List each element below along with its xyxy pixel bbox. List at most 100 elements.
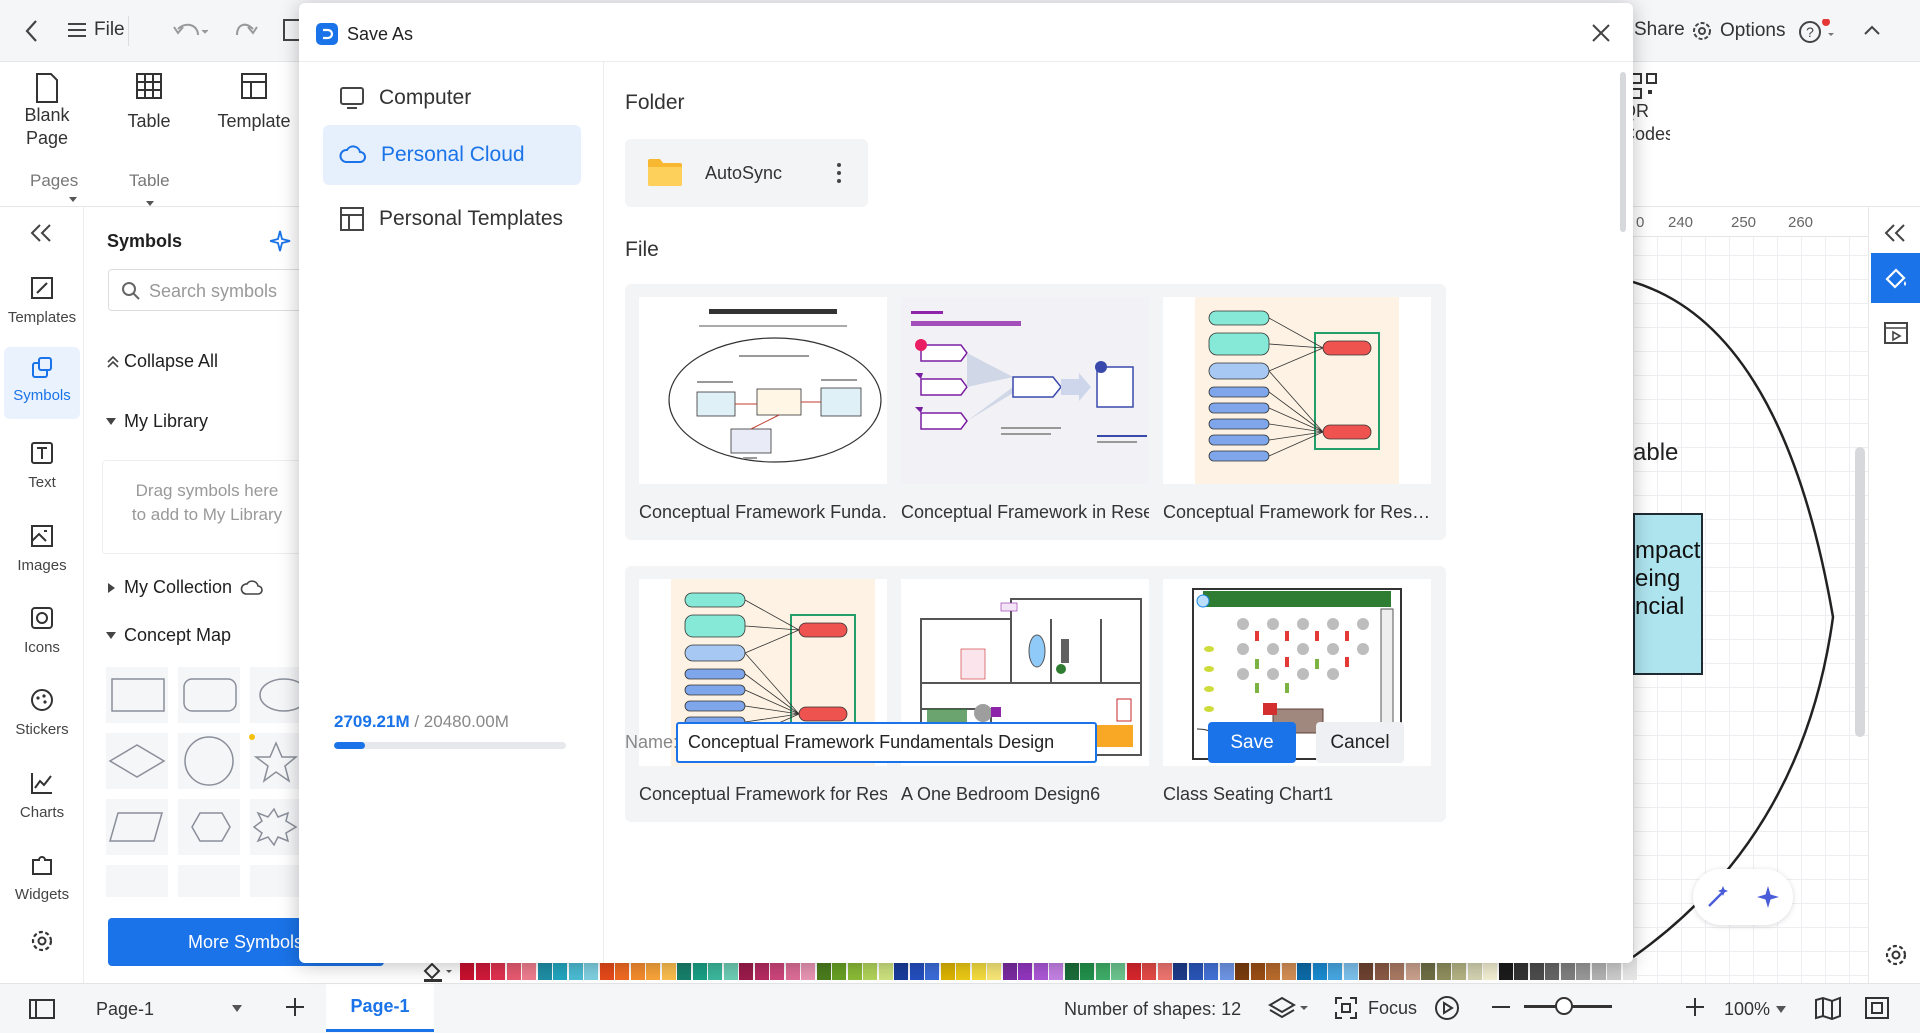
collapse-panel-icon[interactable] [28, 223, 54, 243]
my-library-label: My Library [124, 411, 209, 431]
help-icon[interactable]: ? [1798, 19, 1838, 45]
cancel-button[interactable]: Cancel [1316, 722, 1404, 763]
rail-item-images[interactable]: Images [0, 523, 84, 574]
nav-personal-cloud[interactable]: Personal Cloud [323, 125, 581, 185]
focus-label: Focus [1368, 997, 1418, 1018]
nav-computer[interactable]: Computer [323, 68, 581, 128]
redo-icon[interactable] [235, 19, 259, 43]
name-label: Name: [625, 732, 679, 752]
charts-icon [31, 773, 52, 794]
ai-sparkle-icon[interactable] [1755, 884, 1781, 910]
qr-codes-button[interactable]: QR Codes [1630, 72, 1670, 146]
zoom-select[interactable]: 100% [1724, 999, 1787, 1020]
section-my-library[interactable]: My Library [106, 411, 208, 432]
rail-item-symbols[interactable]: Symbols [4, 347, 80, 419]
caret-down-icon [1776, 1005, 1787, 1013]
add-page-icon[interactable] [284, 996, 306, 1018]
search-symbols-input[interactable]: Search symbols [108, 269, 308, 311]
dialog-content: Folder AutoSync File Conceptual Framewor… [605, 62, 1633, 963]
ai-sparkle-icon[interactable] [270, 229, 294, 253]
file-card[interactable]: Conceptual Framework in Research [887, 284, 1184, 540]
caret-down-icon [106, 631, 116, 639]
drag-hint-line-2: to add to My Library [131, 505, 283, 524]
undo-icon[interactable] [172, 19, 208, 43]
vertical-scrollbar[interactable] [1855, 447, 1865, 737]
zoom-out-icon[interactable] [1490, 996, 1512, 1018]
file-card[interactable]: Class Seating Chart1 [1149, 566, 1446, 822]
blank-page-button[interactable]: Blank Page [22, 72, 72, 150]
chevrons-up-icon [107, 355, 119, 368]
rail-label: Text [28, 474, 56, 491]
rail-label: Symbols [13, 387, 71, 404]
collapse-all-button[interactable]: Collapse All [106, 351, 218, 372]
collapse-ribbon-icon[interactable] [1862, 20, 1882, 40]
zoom-slider-thumb[interactable] [1555, 997, 1573, 1015]
folder-item[interactable]: AutoSync [625, 139, 868, 207]
file-card[interactable]: A One Bedroom Design6 [887, 566, 1184, 822]
page-tab[interactable]: Page-1 [326, 984, 434, 1032]
template-button[interactable]: Template [214, 72, 294, 133]
layers-icon[interactable] [1268, 994, 1312, 1022]
file-card[interactable]: Conceptual Framework for Research [1149, 284, 1446, 540]
file-name-input[interactable] [676, 722, 1097, 763]
file-card[interactable]: Conceptual Framework Fundamentals [625, 284, 922, 540]
file-card[interactable]: Conceptual Framework for Research [625, 566, 922, 822]
rail-label: Charts [19, 804, 65, 821]
file-title: Conceptual Framework for Research [639, 784, 914, 804]
table-button[interactable]: Table [124, 72, 174, 133]
rail-label: Widgets [14, 886, 70, 903]
focus-icon [1335, 997, 1357, 1019]
rail-item-templates[interactable]: Templates [0, 275, 84, 326]
play-icon[interactable] [1434, 995, 1460, 1021]
file-heading: File [625, 238, 659, 261]
drawing-canvas[interactable]: 0 240 250 260 able mpact eing ncial [1633, 207, 1873, 983]
settings-icon[interactable] [28, 927, 56, 955]
my-collection-label: My Collection [124, 577, 233, 597]
rail-item-charts[interactable]: Charts [0, 770, 84, 821]
canvas-box-shape[interactable]: mpact eing ncial [1633, 513, 1703, 675]
svg-text:?: ? [1806, 24, 1814, 40]
page-panel-icon[interactable] [28, 998, 56, 1020]
page-select-value: Page-1 [96, 998, 155, 1019]
ruler-tick: 240 [1668, 214, 1694, 231]
style-panel-button[interactable] [1871, 253, 1920, 303]
more-vertical-icon[interactable] [835, 161, 843, 185]
status-bar: Page-1 Page-1 Number of shapes: 12 Focus… [0, 983, 1920, 1033]
section-my-collection[interactable]: My Collection [108, 577, 264, 598]
zoom-in-icon[interactable] [1684, 996, 1706, 1018]
shape-count: Number of shapes: 12 [1064, 999, 1242, 1019]
focus-button[interactable]: Focus [1334, 996, 1417, 1020]
rail-item-stickers[interactable]: Stickers [0, 687, 84, 738]
storage-progress-bar [334, 742, 566, 749]
book-icon[interactable] [1814, 996, 1842, 1020]
rail-label: Templates [7, 309, 77, 326]
fit-page-icon[interactable] [1864, 996, 1890, 1020]
file-thumbnail [639, 297, 907, 484]
file-menu[interactable]: File [66, 19, 125, 41]
save-button[interactable]: Save [1208, 722, 1296, 763]
rail-item-icons[interactable]: Icons [0, 605, 84, 656]
page-select[interactable]: Page-1 [84, 992, 254, 1026]
section-concept-map[interactable]: Concept Map [106, 625, 231, 646]
file-title: Conceptual Framework Fundamentals [639, 502, 914, 522]
my-library-dropzone: Drag symbols here to add to My Library [102, 460, 312, 554]
file-title: Class Seating Chart1 [1163, 784, 1334, 804]
close-icon[interactable] [1590, 22, 1612, 44]
search-icon [122, 282, 140, 300]
options-label: Options [1720, 20, 1786, 41]
magic-wand-icon[interactable] [1705, 884, 1731, 910]
expand-panel-icon[interactable] [1883, 223, 1907, 243]
rail-item-widgets[interactable]: Widgets [0, 852, 84, 903]
back-icon[interactable] [20, 18, 44, 44]
ruler-tick: 250 [1731, 214, 1757, 231]
fill-color-tool[interactable] [422, 960, 456, 982]
right-panel-rail [1868, 207, 1920, 983]
storage-used: 2709.21M [334, 712, 410, 731]
options-button[interactable]: Options [1690, 19, 1785, 43]
share-button[interactable]: Share [1634, 19, 1685, 41]
share-label: Share [1634, 19, 1685, 40]
rail-item-text[interactable]: Text [0, 440, 84, 491]
dialog-scrollbar[interactable] [1620, 72, 1626, 232]
nav-personal-templates[interactable]: Personal Templates [323, 189, 581, 249]
presentation-icon[interactable] [1883, 321, 1909, 345]
